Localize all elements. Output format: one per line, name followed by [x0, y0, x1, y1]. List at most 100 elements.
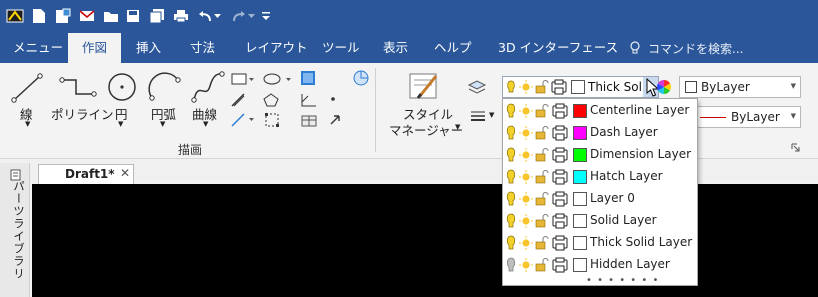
- circle-tool-icon[interactable]: [106, 71, 138, 103]
- layer-list-item[interactable]: Thick Solid Layer: [503, 232, 697, 254]
- style-manager-label-line2[interactable]: マネージャー: [389, 120, 463, 139]
- menu-item-help[interactable]: ヘルプ: [434, 33, 472, 63]
- layer-state-icons[interactable]: [505, 256, 571, 274]
- save-icon[interactable]: [122, 6, 144, 26]
- layer-name: Dimension Layer: [590, 147, 692, 161]
- layer-state-icons[interactable]: [505, 190, 571, 208]
- document-tab-title: Draft1*: [65, 167, 115, 181]
- spline-tool-icon[interactable]: [230, 112, 258, 128]
- color-combo-dropdown-icon: ▼: [790, 82, 796, 90]
- layer-state-icons[interactable]: [505, 146, 571, 164]
- layer-state-icons[interactable]: [505, 168, 571, 186]
- line-tool-icon[interactable]: [10, 72, 44, 104]
- redo-dropdown-icon[interactable]: [246, 6, 256, 26]
- arrow-tool-icon[interactable]: [329, 114, 341, 126]
- arc-tool-icon[interactable]: [148, 72, 184, 104]
- layer-color-swatch[interactable]: [573, 192, 587, 206]
- close-icon[interactable]: ✕: [120, 166, 130, 180]
- layer-state-icons[interactable]: [505, 124, 571, 142]
- layer-color-swatch[interactable]: [573, 170, 587, 184]
- region-tool-icon[interactable]: [264, 112, 280, 128]
- menu-item-layout[interactable]: レイアウト: [245, 33, 308, 63]
- style-manager-dropdown-icon[interactable]: ▼: [455, 123, 460, 131]
- menu-item-dimension[interactable]: 寸法: [190, 33, 215, 63]
- menu-bar: メニュー 作図 挿入 寸法 レイアウト ツール 表示 ヘルプ 3D インターフェ…: [0, 33, 818, 63]
- hatch-tool-icon[interactable]: [300, 70, 316, 86]
- layer-list-item[interactable]: Dash Layer: [503, 122, 697, 144]
- line-tool-dropdown-icon[interactable]: ▼: [25, 120, 30, 128]
- resize-grip-icon[interactable]: • • • • • • •: [586, 275, 659, 286]
- layer-color-swatch[interactable]: [573, 236, 587, 250]
- menu-item-tools[interactable]: ツール: [322, 33, 360, 63]
- layer-name: Thick Solid Layer: [590, 235, 693, 249]
- layer-dropdown-list: Centerline Layer Dash Layer Dimension La…: [502, 98, 698, 286]
- customize-toolbar-icon[interactable]: [260, 6, 272, 26]
- undo-dropdown-icon[interactable]: [212, 6, 222, 26]
- layer-name: Centerline Layer: [590, 103, 690, 117]
- polygon-tool-icon[interactable]: [262, 92, 280, 108]
- curve-tool-dropdown-icon[interactable]: ▼: [203, 120, 208, 128]
- rectangle-tool-icon[interactable]: [230, 72, 254, 86]
- parts-library-label[interactable]: パーツライブラリ: [11, 180, 27, 280]
- menu-item-view[interactable]: 表示: [383, 33, 408, 63]
- draw-group-label: 描画: [178, 143, 203, 157]
- new-file-icon[interactable]: [28, 6, 50, 26]
- solid-fill-tool-icon[interactable]: [352, 69, 370, 87]
- layer-color-swatch[interactable]: [573, 126, 587, 140]
- linetype-sample: [700, 117, 726, 118]
- menu-item-3d-interface[interactable]: 3D インターフェース: [498, 33, 618, 63]
- layer-color-swatch[interactable]: [573, 104, 587, 118]
- layer-name: Hidden Layer: [590, 257, 670, 271]
- ribbon-separator: [375, 68, 376, 152]
- layer-name: Hatch Layer: [590, 169, 663, 183]
- color-combo-value: ByLayer: [701, 80, 750, 94]
- linetype-combo-value: ByLayer: [731, 110, 780, 124]
- command-search[interactable]: コマンドを検索...: [630, 33, 743, 63]
- layer-color-swatch[interactable]: [573, 214, 587, 228]
- dimension-tool-icon[interactable]: [300, 92, 318, 108]
- layer-list-item[interactable]: Hidden Layer: [503, 254, 697, 276]
- layer-list-item[interactable]: Dimension Layer: [503, 144, 697, 166]
- arc-tool-dropdown-icon[interactable]: ▼: [160, 120, 165, 128]
- construction-line-tool-icon[interactable]: [230, 92, 246, 108]
- ellipse-tool-icon[interactable]: [262, 72, 294, 86]
- menu-item-insert[interactable]: 挿入: [136, 33, 161, 63]
- current-layer-name: Thick Sol: [588, 80, 642, 94]
- layer-list-item[interactable]: Hatch Layer: [503, 166, 697, 188]
- app-icon[interactable]: [4, 6, 26, 26]
- curve-tool-icon[interactable]: [190, 70, 226, 104]
- color-wheel-icon[interactable]: [657, 80, 671, 94]
- layer-list-item[interactable]: Centerline Layer: [503, 100, 697, 122]
- panel-launcher-icon[interactable]: [791, 143, 800, 152]
- command-search-placeholder: コマンドを検索...: [648, 41, 744, 56]
- drawing-canvas[interactable]: [32, 184, 818, 297]
- layer-color-swatch[interactable]: [573, 258, 587, 272]
- style-manager-icon[interactable]: [406, 70, 442, 102]
- circle-tool-dropdown-icon[interactable]: ▼: [118, 120, 123, 128]
- point-tool-icon[interactable]: [330, 96, 336, 102]
- layer-combo[interactable]: Thick Sol ▼: [502, 76, 659, 98]
- color-combo[interactable]: ByLayer ▼: [679, 76, 801, 98]
- new-from-template-icon[interactable]: [52, 6, 74, 26]
- open-folder-icon[interactable]: [100, 6, 122, 26]
- layer-state-icon[interactable]: [467, 79, 487, 95]
- email-icon[interactable]: [76, 6, 98, 26]
- save-all-icon[interactable]: [146, 6, 168, 26]
- menu-item-menu[interactable]: メニュー: [13, 33, 63, 63]
- line-weight-dropdown-icon[interactable]: ▼: [489, 111, 494, 119]
- layer-name: Solid Layer: [590, 213, 657, 227]
- polyline-tool-icon[interactable]: [58, 72, 98, 104]
- line-weight-icon[interactable]: [471, 111, 485, 121]
- layer-state-icons[interactable]: [505, 234, 571, 252]
- layer-list-item[interactable]: Solid Layer: [503, 210, 697, 232]
- table-tool-icon[interactable]: [300, 112, 318, 128]
- document-tab-draft1[interactable]: Draft1* ✕: [38, 164, 134, 184]
- layer-list-item[interactable]: Layer 0: [503, 188, 697, 210]
- menu-item-draw[interactable]: 作図: [68, 33, 121, 63]
- layer-state-icons[interactable]: [505, 102, 571, 120]
- print-icon[interactable]: [170, 6, 192, 26]
- layer-color-swatch: [571, 80, 585, 94]
- layer-state-icons[interactable]: [505, 212, 571, 230]
- polyline-tool-label[interactable]: ポリライン: [51, 104, 114, 123]
- layer-color-swatch[interactable]: [573, 148, 587, 162]
